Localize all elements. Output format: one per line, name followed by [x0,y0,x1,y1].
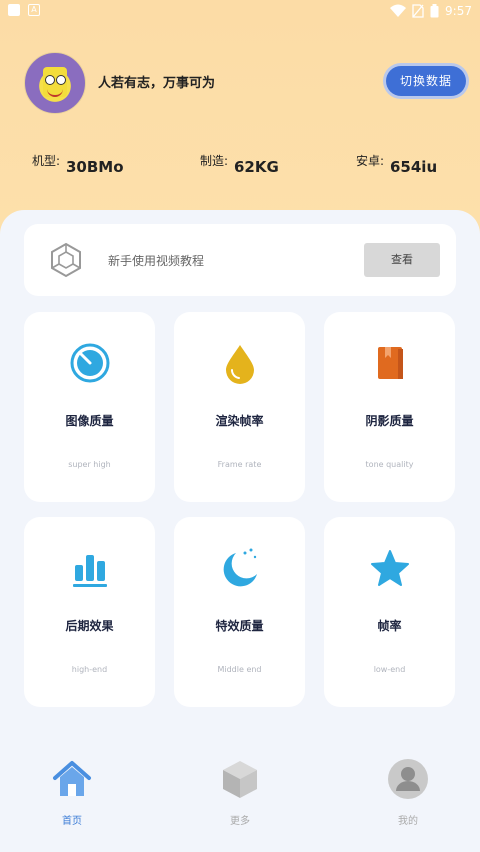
header-background [0,0,480,240]
tutorial-text: 新手使用视频教程 [108,254,205,268]
battery-icon [430,4,439,18]
user-icon [388,759,428,799]
nav-more[interactable]: 更多 [200,758,280,828]
nav-label: 更多 [230,816,250,827]
card-title: 特效质量 [215,619,264,633]
card-subtitle: Middle end [217,665,262,674]
avatar-eye [56,75,66,85]
card-frame-rate[interactable]: 帧率 low-end [324,517,455,707]
card-title: 后期效果 [65,619,114,633]
card-render-frame-rate[interactable]: 渲染帧率 Frame rate [174,312,305,502]
drop-icon [226,345,254,384]
card-subtitle: low-end [373,665,406,674]
card-subtitle: tone quality [365,460,414,469]
cube-icon [223,761,257,798]
avatar[interactable] [24,52,86,114]
notification-icon [8,4,20,16]
star-icon [371,550,409,586]
stat-value: 654iu [390,158,438,176]
nav-label: 首页 [62,816,82,827]
status-time: 9:57 [445,4,472,18]
view-tutorial-button[interactable]: 查看 [364,243,440,277]
stat-label: 安卓: [356,154,385,168]
moon-icon [223,548,257,587]
home-icon [53,761,91,796]
motto-text: 人若有志，万事可为 [98,76,216,91]
card-shadow-quality[interactable]: 阴影质量 tone quality [324,312,455,502]
switch-data-button[interactable]: 切换数据 [386,66,466,96]
card-image-quality[interactable]: 图像质量 super high [24,312,155,502]
card-title: 图像质量 [65,414,114,428]
stat-label: 机型: [32,154,61,168]
nav-mine[interactable]: 我的 [368,758,448,828]
nav-label: 我的 [398,816,418,827]
book-icon [378,347,403,379]
tutorial-card: 新手使用视频教程 查看 [24,224,456,296]
stat-value: 62KG [234,158,279,176]
timer-icon [70,343,110,383]
card-title: 渲染帧率 [215,414,264,428]
status-bar: A 9:57 [0,0,480,22]
card-post-effects[interactable]: 后期效果 high-end [24,517,155,707]
card-effects-quality[interactable]: 特效质量 Middle end [174,517,305,707]
avatar-eye [45,75,55,85]
card-title: 阴影质量 [365,414,414,428]
card-title: 帧率 [377,619,402,633]
hexagon-cube-icon [51,242,81,278]
stat-label: 制造: [200,154,229,168]
app-notification-icon: A [28,4,40,16]
wifi-icon [390,4,407,17]
card-subtitle: high-end [71,665,108,674]
status-right: 9:57 [390,2,472,20]
card-subtitle: Frame rate [217,460,262,469]
card-subtitle: super high [68,460,111,469]
bar-chart-icon [73,555,107,587]
nav-home[interactable]: 首页 [32,758,112,828]
no-sim-icon [412,4,424,18]
stat-value: 30BMo [66,158,124,176]
